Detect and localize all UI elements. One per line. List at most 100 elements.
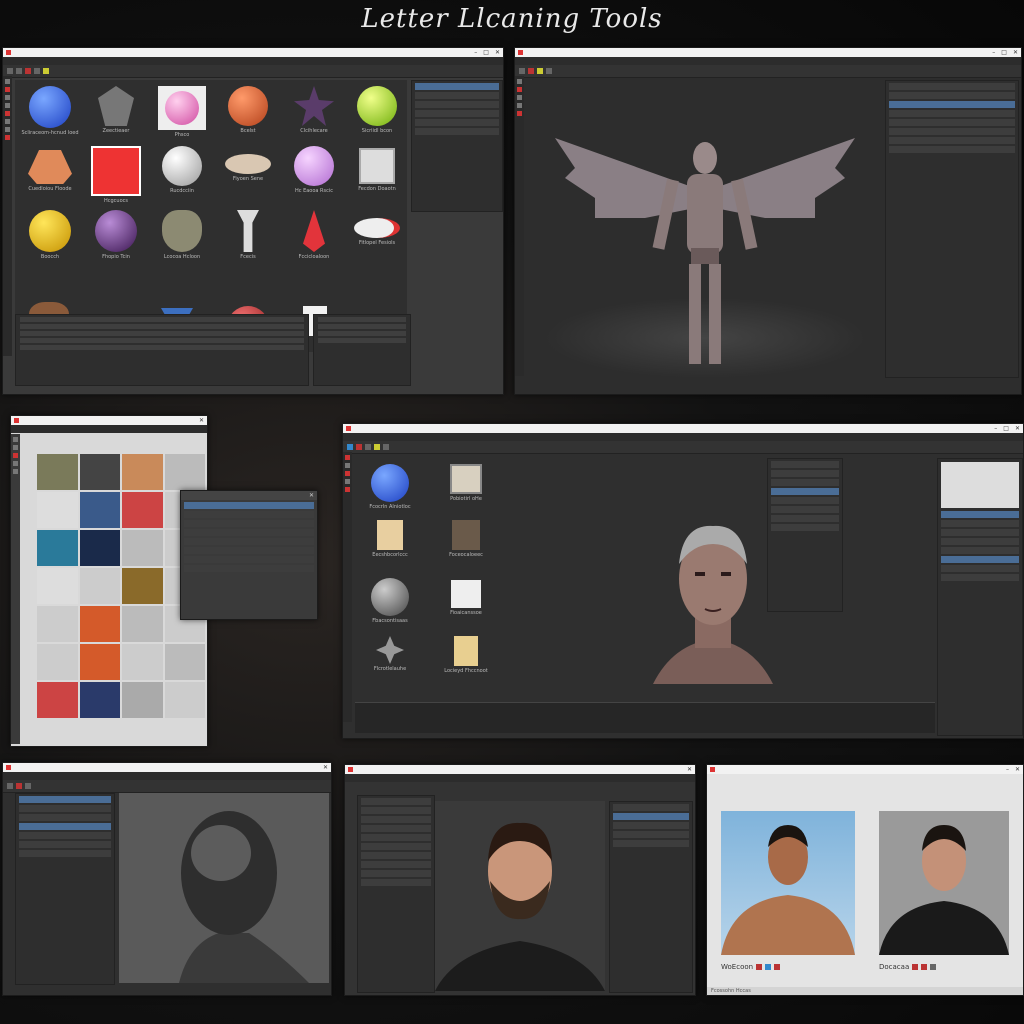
asset-tile[interactable]: Bcelst [217, 86, 279, 134]
minimize-icon[interactable]: – [994, 425, 997, 432]
panel-row[interactable] [941, 520, 1019, 527]
panel-row[interactable] [19, 814, 111, 821]
tool-icon[interactable] [5, 95, 10, 100]
popup-row[interactable] [771, 479, 839, 486]
attr-row[interactable] [889, 110, 1015, 117]
thumbnail[interactable] [122, 644, 163, 680]
panel-row[interactable] [613, 831, 689, 838]
panel-row[interactable] [941, 547, 1019, 554]
popup-row[interactable] [184, 556, 314, 563]
panel-row[interactable] [613, 840, 689, 847]
tool-button[interactable] [34, 68, 40, 74]
asset-tile[interactable]: Hc Eaooa Rscic [283, 146, 345, 194]
attr-row[interactable] [889, 83, 1015, 90]
asset-tile[interactable]: Hcgcuocs [85, 146, 147, 204]
tool-icon[interactable] [5, 135, 10, 140]
tool-icon[interactable] [5, 127, 10, 132]
thumbnail[interactable] [79, 644, 120, 680]
panel-row[interactable] [613, 804, 689, 811]
panel-row[interactable] [941, 556, 1019, 563]
asset-tile[interactable]: Rucdcciin [151, 146, 213, 194]
maximize-icon[interactable]: □ [483, 49, 489, 56]
panel-row[interactable] [19, 823, 111, 830]
tool-button[interactable] [25, 68, 31, 74]
tool-icon[interactable] [13, 445, 18, 450]
outliner-row[interactable] [20, 331, 304, 336]
panel-row[interactable] [19, 796, 111, 803]
thumbnail[interactable] [164, 682, 205, 718]
tree-row[interactable] [361, 807, 431, 814]
tool-icon[interactable] [5, 111, 10, 116]
tool-button[interactable] [374, 444, 380, 450]
tool-icon[interactable] [5, 103, 10, 108]
tool-icon[interactable] [5, 79, 10, 84]
outliner-row[interactable] [20, 317, 304, 322]
panel-row[interactable] [941, 538, 1019, 545]
thumbnail[interactable] [79, 530, 120, 566]
tool-button[interactable] [347, 444, 353, 450]
thumbnail[interactable] [37, 644, 78, 680]
tool-button[interactable] [546, 68, 552, 74]
asset-tile[interactable]: Lcocoa Hcloon [151, 210, 213, 260]
outliner-row[interactable] [20, 345, 304, 350]
asset-tile[interactable]: Flcrotlelauhe [355, 636, 425, 672]
layer-row[interactable] [318, 324, 406, 329]
tool-button[interactable] [7, 783, 13, 789]
tool-button[interactable] [16, 783, 22, 789]
attr-row[interactable] [889, 146, 1015, 153]
asset-tile[interactable]: Fbacsontisaas [355, 578, 425, 624]
popup-row[interactable] [184, 547, 314, 554]
thumbnail[interactable] [37, 606, 78, 642]
close-icon[interactable]: ✕ [323, 764, 328, 771]
tool-button[interactable] [519, 68, 525, 74]
asset-tile[interactable]: Cuedloiou Floode [19, 150, 81, 192]
tool-icon[interactable] [517, 111, 522, 116]
asset-tile[interactable]: Fcecis [217, 210, 279, 260]
thumbnail[interactable] [164, 644, 205, 680]
thumbnail[interactable] [79, 568, 120, 604]
asset-tile[interactable]: Fhopio Tcin [85, 210, 147, 260]
thumbnail[interactable] [122, 492, 163, 528]
tree-row[interactable] [361, 825, 431, 832]
asset-tile[interactable]: Eecshbcorlccc [355, 520, 425, 558]
outliner-row[interactable] [20, 338, 304, 343]
layer-row[interactable] [318, 331, 406, 336]
tree-row[interactable] [361, 834, 431, 841]
popup-row[interactable] [184, 538, 314, 545]
thumbnail[interactable] [122, 568, 163, 604]
head-sculpt-model[interactable] [643, 514, 783, 694]
tool-icon[interactable] [13, 437, 18, 442]
asset-tile[interactable]: Fioaicanssoe [431, 580, 501, 616]
tool-button[interactable] [356, 444, 362, 450]
popup-row[interactable] [771, 524, 839, 531]
tree-row[interactable] [361, 870, 431, 877]
thumbnail[interactable] [79, 682, 120, 718]
panel-row[interactable] [941, 574, 1019, 581]
tool-button[interactable] [921, 964, 928, 970]
panel-row[interactable] [941, 529, 1019, 536]
maximize-icon[interactable]: □ [1001, 49, 1007, 56]
tool-button[interactable] [43, 68, 49, 74]
thumbnail[interactable] [37, 530, 78, 566]
tool-icon[interactable] [345, 455, 350, 460]
attr-row[interactable] [889, 119, 1015, 126]
tool-icon[interactable] [345, 463, 350, 468]
layer-row[interactable] [318, 317, 406, 322]
panel-row[interactable] [415, 119, 499, 126]
tool-button[interactable] [16, 68, 22, 74]
panel-row[interactable] [415, 92, 499, 99]
panel-row[interactable] [415, 128, 499, 135]
popup-row[interactable] [184, 565, 314, 572]
asset-tile[interactable]: Boocch [19, 210, 81, 260]
panel-row[interactable] [415, 101, 499, 108]
panel-row[interactable] [415, 83, 499, 90]
close-icon[interactable]: ✕ [687, 766, 692, 773]
winged-creature-model[interactable] [535, 88, 875, 388]
thumbnail[interactable] [37, 682, 78, 718]
tree-row[interactable] [361, 852, 431, 859]
tool-button[interactable] [930, 964, 937, 970]
thumbnail[interactable] [79, 606, 120, 642]
tool-icon[interactable] [345, 479, 350, 484]
close-icon[interactable]: ✕ [1013, 49, 1018, 56]
asset-tile[interactable]: Clcihlecare [283, 86, 345, 134]
